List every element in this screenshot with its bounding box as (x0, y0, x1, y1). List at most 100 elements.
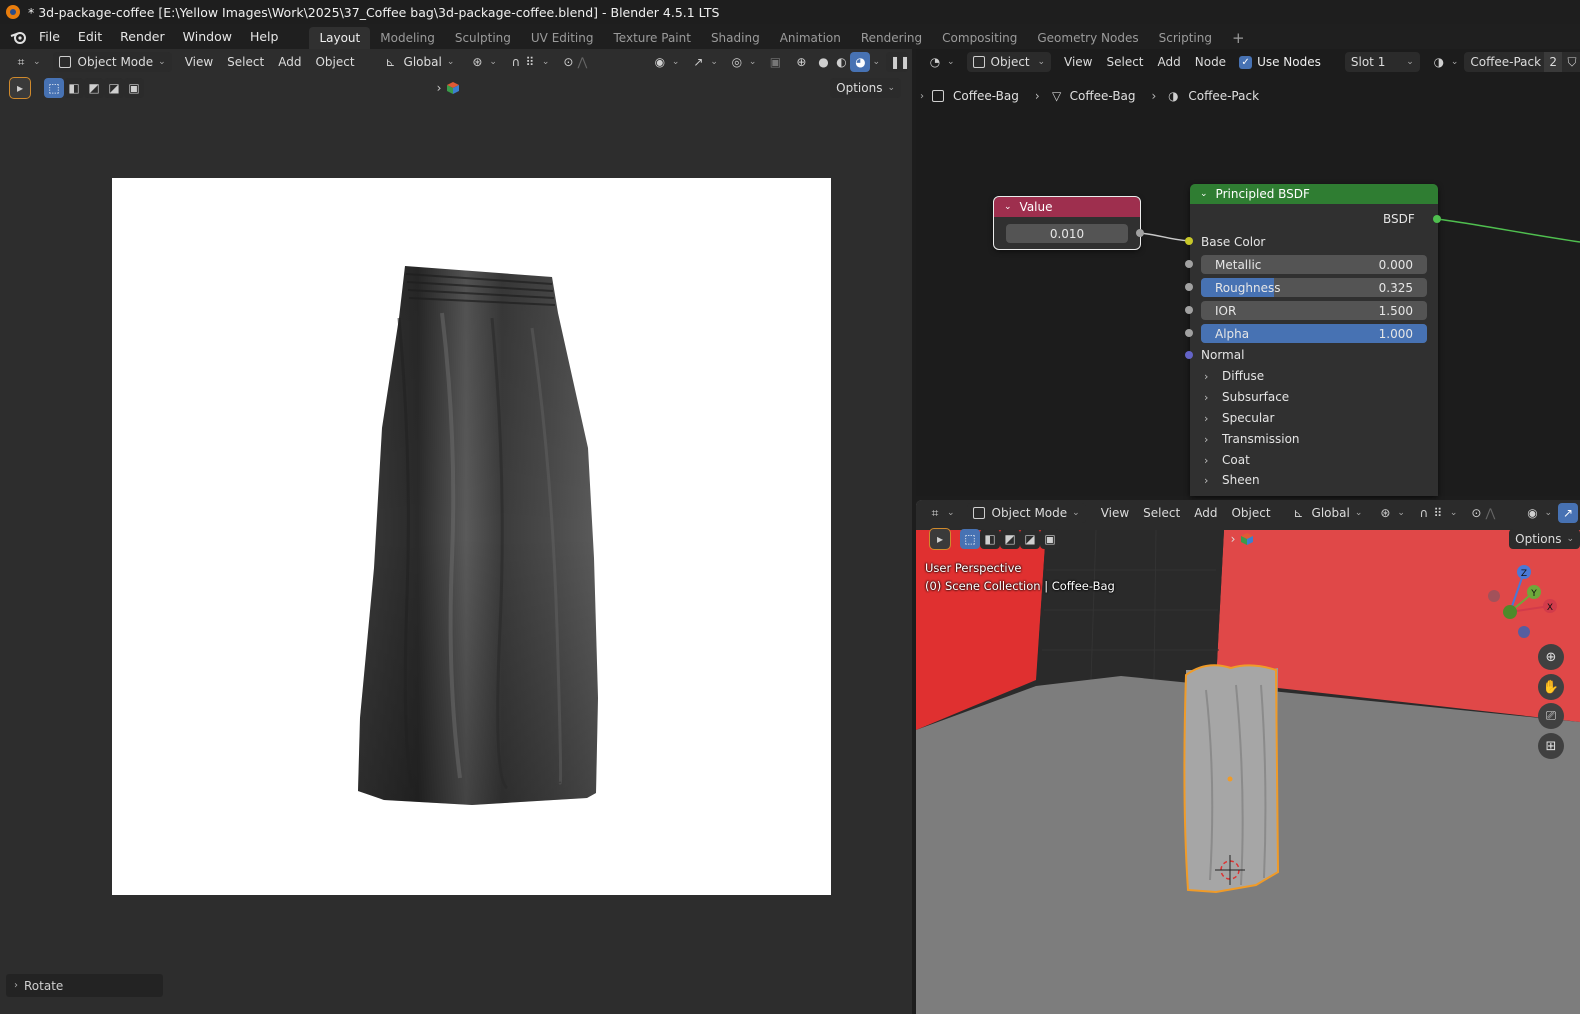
shading-rendered-button[interactable]: ◕ (850, 52, 871, 72)
value-node[interactable]: ⌄ Value 0.010 (993, 196, 1144, 250)
options-dropdown[interactable]: Options ⌄ (830, 78, 901, 98)
shading-wireframe-button[interactable]: ⊕ (788, 52, 814, 72)
select-mode-subtract[interactable]: ◩ (84, 78, 104, 98)
tab-sculpting[interactable]: Sculpting (445, 27, 521, 49)
chevron-right-icon[interactable]: › (432, 81, 446, 95)
roughness-field[interactable]: Roughness 0.325 (1201, 278, 1427, 297)
menu-select[interactable]: Select (1136, 506, 1187, 520)
tab-scripting[interactable]: Scripting (1149, 27, 1222, 49)
collapse-chevron-icon[interactable]: ⌄ (1200, 189, 1208, 199)
gizmo-toggle[interactable]: ↗ (1558, 503, 1578, 523)
panel-sheen[interactable]: › Sheen (1204, 473, 1260, 487)
metallic-field[interactable]: Metallic 0.000 (1201, 255, 1427, 274)
shading-options-dropdown[interactable]: ⌄ (870, 52, 882, 72)
panel-subsurface[interactable]: › Subsurface (1204, 390, 1289, 404)
value-field[interactable]: 0.010 (1006, 224, 1128, 243)
ior-field[interactable]: IOR 1.500 (1201, 301, 1427, 320)
proportional-edit-toggle[interactable]: ⊙ ⋀ (1463, 503, 1503, 523)
select-mode-intersect[interactable]: ▣ (124, 78, 144, 98)
shading-material-button[interactable]: ◐ (832, 52, 850, 72)
menu-help[interactable]: Help (241, 24, 288, 49)
tab-shading[interactable]: Shading (701, 27, 770, 49)
shading-solid-button[interactable]: ● (814, 52, 832, 72)
snap-toggle[interactable]: ∩ ⠿ ⌄ (1411, 503, 1464, 523)
editor-type-button[interactable]: ⌗ ⌄ (922, 503, 961, 523)
panel-transmission[interactable]: › Transmission (1204, 432, 1300, 446)
select-mode-intersect[interactable]: ▣ (1040, 529, 1060, 549)
select-mode-new[interactable]: ⬚ (44, 78, 64, 98)
tab-texture-paint[interactable]: Texture Paint (604, 27, 701, 49)
right-3d-viewport[interactable]: ⌗ ⌄ Object Mode ⌄ View Select Add Object ⊾… (916, 500, 1580, 1014)
panel-coat[interactable]: › Coat (1204, 453, 1250, 467)
select-mode-invert[interactable]: ◪ (104, 78, 124, 98)
select-mode-new[interactable]: ⬚ (960, 529, 980, 549)
gizmo-toggle[interactable]: ↗ ⌄ (685, 52, 724, 72)
menu-view[interactable]: View (178, 55, 220, 69)
snap-toggle[interactable]: ∩ ⠿ ⌄ (503, 52, 556, 72)
alpha-field[interactable]: Alpha 1.000 (1201, 324, 1427, 343)
menu-add[interactable]: Add (271, 55, 308, 69)
left-3d-viewport[interactable]: ⌗ ⌄ Object Mode ⌄ View Select Add Object ⊾… (0, 49, 912, 1014)
bsdf-node-header[interactable]: ⌄ Principled BSDF (1190, 184, 1438, 204)
blender-menu-icon[interactable] (10, 30, 26, 44)
pivot-dropdown[interactable]: ⊛ ⌄ (464, 52, 503, 72)
shader-node-editor[interactable]: ◔ ⌄ Object ⌄ View Select Add Node ✓ Use Nod… (916, 49, 1580, 496)
menu-select[interactable]: Select (220, 55, 271, 69)
select-mode-extend[interactable]: ◧ (64, 78, 84, 98)
proportional-edit-toggle[interactable]: ⊙ ⋀ (555, 52, 595, 72)
tab-geometry-nodes[interactable]: Geometry Nodes (1027, 27, 1148, 49)
roughness-socket[interactable] (1185, 283, 1193, 291)
value-output-socket[interactable] (1136, 229, 1144, 237)
overlays-toggle[interactable]: ◎ ⌄ (724, 52, 763, 72)
collapse-chevron-icon[interactable]: ⌄ (1004, 202, 1012, 212)
ortho-toggle-button[interactable]: ⊞ (1538, 733, 1564, 759)
menu-view[interactable]: View (1094, 506, 1136, 520)
mode-dropdown[interactable]: Object Mode ⌄ (52, 52, 172, 72)
camera-view-button[interactable]: ⎚ (1538, 703, 1564, 729)
metallic-socket[interactable] (1185, 260, 1193, 268)
zoom-button[interactable]: ⊕ (1538, 644, 1564, 670)
menu-render[interactable]: Render (111, 24, 174, 49)
tab-animation[interactable]: Animation (770, 27, 851, 49)
select-tool-button[interactable]: ▸ (929, 528, 951, 550)
menu-edit[interactable]: Edit (69, 24, 111, 49)
transform-orientation-dropdown[interactable]: ⊾ Global ⌄ (378, 52, 461, 72)
options-dropdown[interactable]: Options ⌄ (1509, 529, 1580, 549)
mode-dropdown[interactable]: Object Mode ⌄ (966, 503, 1086, 523)
tab-modeling[interactable]: Modeling (370, 27, 445, 49)
pan-button[interactable]: ✋ (1538, 674, 1564, 700)
select-mode-subtract[interactable]: ◩ (1000, 529, 1020, 549)
menu-window[interactable]: Window (174, 24, 241, 49)
base-color-socket[interactable] (1185, 237, 1193, 245)
last-operator-panel[interactable]: › Rotate (6, 974, 163, 997)
orientation-label: Global (403, 55, 442, 69)
tab-compositing[interactable]: Compositing (932, 27, 1027, 49)
transform-orientation-dropdown[interactable]: ⊾ Global ⌄ (1286, 503, 1369, 523)
normal-socket[interactable] (1185, 351, 1193, 359)
ior-socket[interactable] (1185, 306, 1193, 314)
alpha-socket[interactable] (1185, 329, 1193, 337)
chevron-right-icon[interactable]: › (1226, 532, 1240, 546)
add-workspace-button[interactable]: + (1222, 27, 1255, 49)
menu-object[interactable]: Object (1224, 506, 1277, 520)
select-tool-button[interactable]: ▸ (9, 77, 31, 99)
select-mode-invert[interactable]: ◪ (1020, 529, 1040, 549)
editor-type-button[interactable]: ⌗ ⌄ (8, 52, 47, 72)
panel-diffuse[interactable]: › Diffuse (1204, 369, 1264, 383)
visibility-dropdown[interactable]: ◉ ⌄ (647, 52, 686, 72)
menu-file[interactable]: File (30, 24, 69, 49)
panel-specular[interactable]: › Specular (1204, 411, 1274, 425)
tab-layout[interactable]: Layout (309, 27, 371, 49)
pause-render-button[interactable]: ❚❚ (886, 52, 910, 72)
tab-rendering[interactable]: Rendering (851, 27, 932, 49)
navigation-gizmo[interactable]: Z Y X (1484, 562, 1574, 642)
pivot-dropdown[interactable]: ⊛ ⌄ (1372, 503, 1411, 523)
xray-toggle[interactable]: ▣ (762, 52, 788, 72)
menu-add[interactable]: Add (1187, 506, 1224, 520)
menu-object[interactable]: Object (308, 55, 361, 69)
value-node-header[interactable]: ⌄ Value (994, 197, 1140, 217)
visibility-dropdown[interactable]: ◉ ⌄ (1519, 503, 1558, 523)
bsdf-output-socket[interactable] (1433, 215, 1441, 223)
select-mode-extend[interactable]: ◧ (980, 529, 1000, 549)
tab-uv-editing[interactable]: UV Editing (521, 27, 604, 49)
